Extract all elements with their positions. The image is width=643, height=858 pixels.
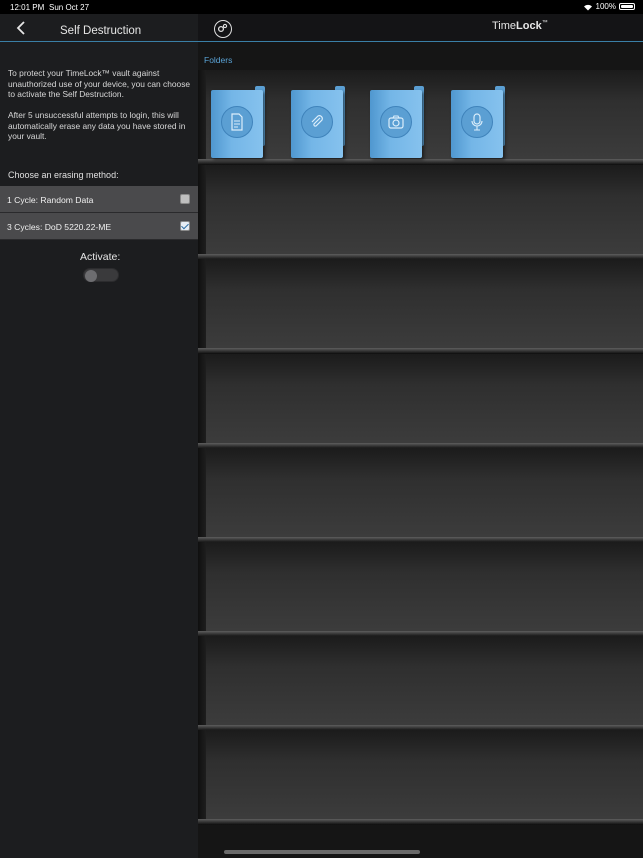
app-title-time: Time	[492, 20, 517, 32]
folder-attachments[interactable]	[291, 86, 347, 158]
warning-text: After 5 unsuccessful attempts to login, …	[8, 110, 186, 141]
activate-label: Activate:	[80, 251, 121, 263]
settings-button[interactable]	[214, 20, 232, 38]
erase-method-label: Choose an erasing method:	[8, 170, 119, 180]
checkbox[interactable]	[180, 194, 190, 204]
shelf	[198, 354, 643, 449]
app-title-lock: Lock	[516, 20, 542, 32]
option-label: 1 Cycle: Random Data	[7, 195, 94, 205]
wifi-icon	[583, 4, 592, 10]
camera-icon	[380, 106, 412, 138]
status-bar: 12:01 PM Sun Oct 27 100%	[0, 0, 643, 14]
status-right: 100%	[583, 2, 635, 11]
toggle-knob	[85, 270, 97, 282]
chevron-left-icon	[16, 21, 25, 35]
back-button[interactable]	[12, 18, 30, 38]
erase-option-dod[interactable]: 3 Cycles: DoD 5220.22-ME	[0, 213, 198, 240]
home-indicator[interactable]	[224, 850, 420, 854]
status-time: 12:01 PM	[10, 3, 45, 12]
shelf	[198, 636, 643, 731]
activate-toggle[interactable]	[83, 268, 119, 282]
document-icon	[221, 106, 253, 138]
microphone-icon	[461, 106, 493, 138]
shelf	[198, 448, 643, 543]
folder-photos[interactable]	[370, 86, 426, 158]
folder-documents[interactable]	[211, 86, 267, 158]
trademark: ™	[541, 20, 548, 26]
vault-panel: TimeLock™ Folders	[198, 14, 643, 858]
option-label: 3 Cycles: DoD 5220.22-ME	[7, 222, 112, 232]
vault-header: TimeLock™	[198, 14, 643, 42]
battery-percent: 100%	[595, 2, 616, 11]
panel-title: Self Destruction	[60, 25, 142, 37]
gear-icon	[217, 23, 228, 33]
status-date: Sun Oct 27	[49, 3, 90, 12]
panel-header: Self Destruction	[0, 14, 198, 42]
folder-audio[interactable]	[451, 86, 507, 158]
paperclip-icon	[301, 106, 333, 138]
shelf	[198, 259, 643, 354]
settings-panel: Self Destruction To protect your TimeLoc…	[0, 14, 198, 858]
battery-icon	[619, 3, 635, 10]
erase-option-random[interactable]: 1 Cycle: Random Data	[0, 186, 198, 213]
shelf	[198, 165, 643, 260]
shelf	[198, 730, 643, 825]
description-text: To protect your TimeLock™ vault against …	[8, 68, 191, 99]
app-title: TimeLock™	[492, 20, 548, 32]
folders-label: Folders	[204, 55, 233, 65]
checkbox-checked[interactable]	[180, 221, 190, 231]
shelf	[198, 542, 643, 637]
